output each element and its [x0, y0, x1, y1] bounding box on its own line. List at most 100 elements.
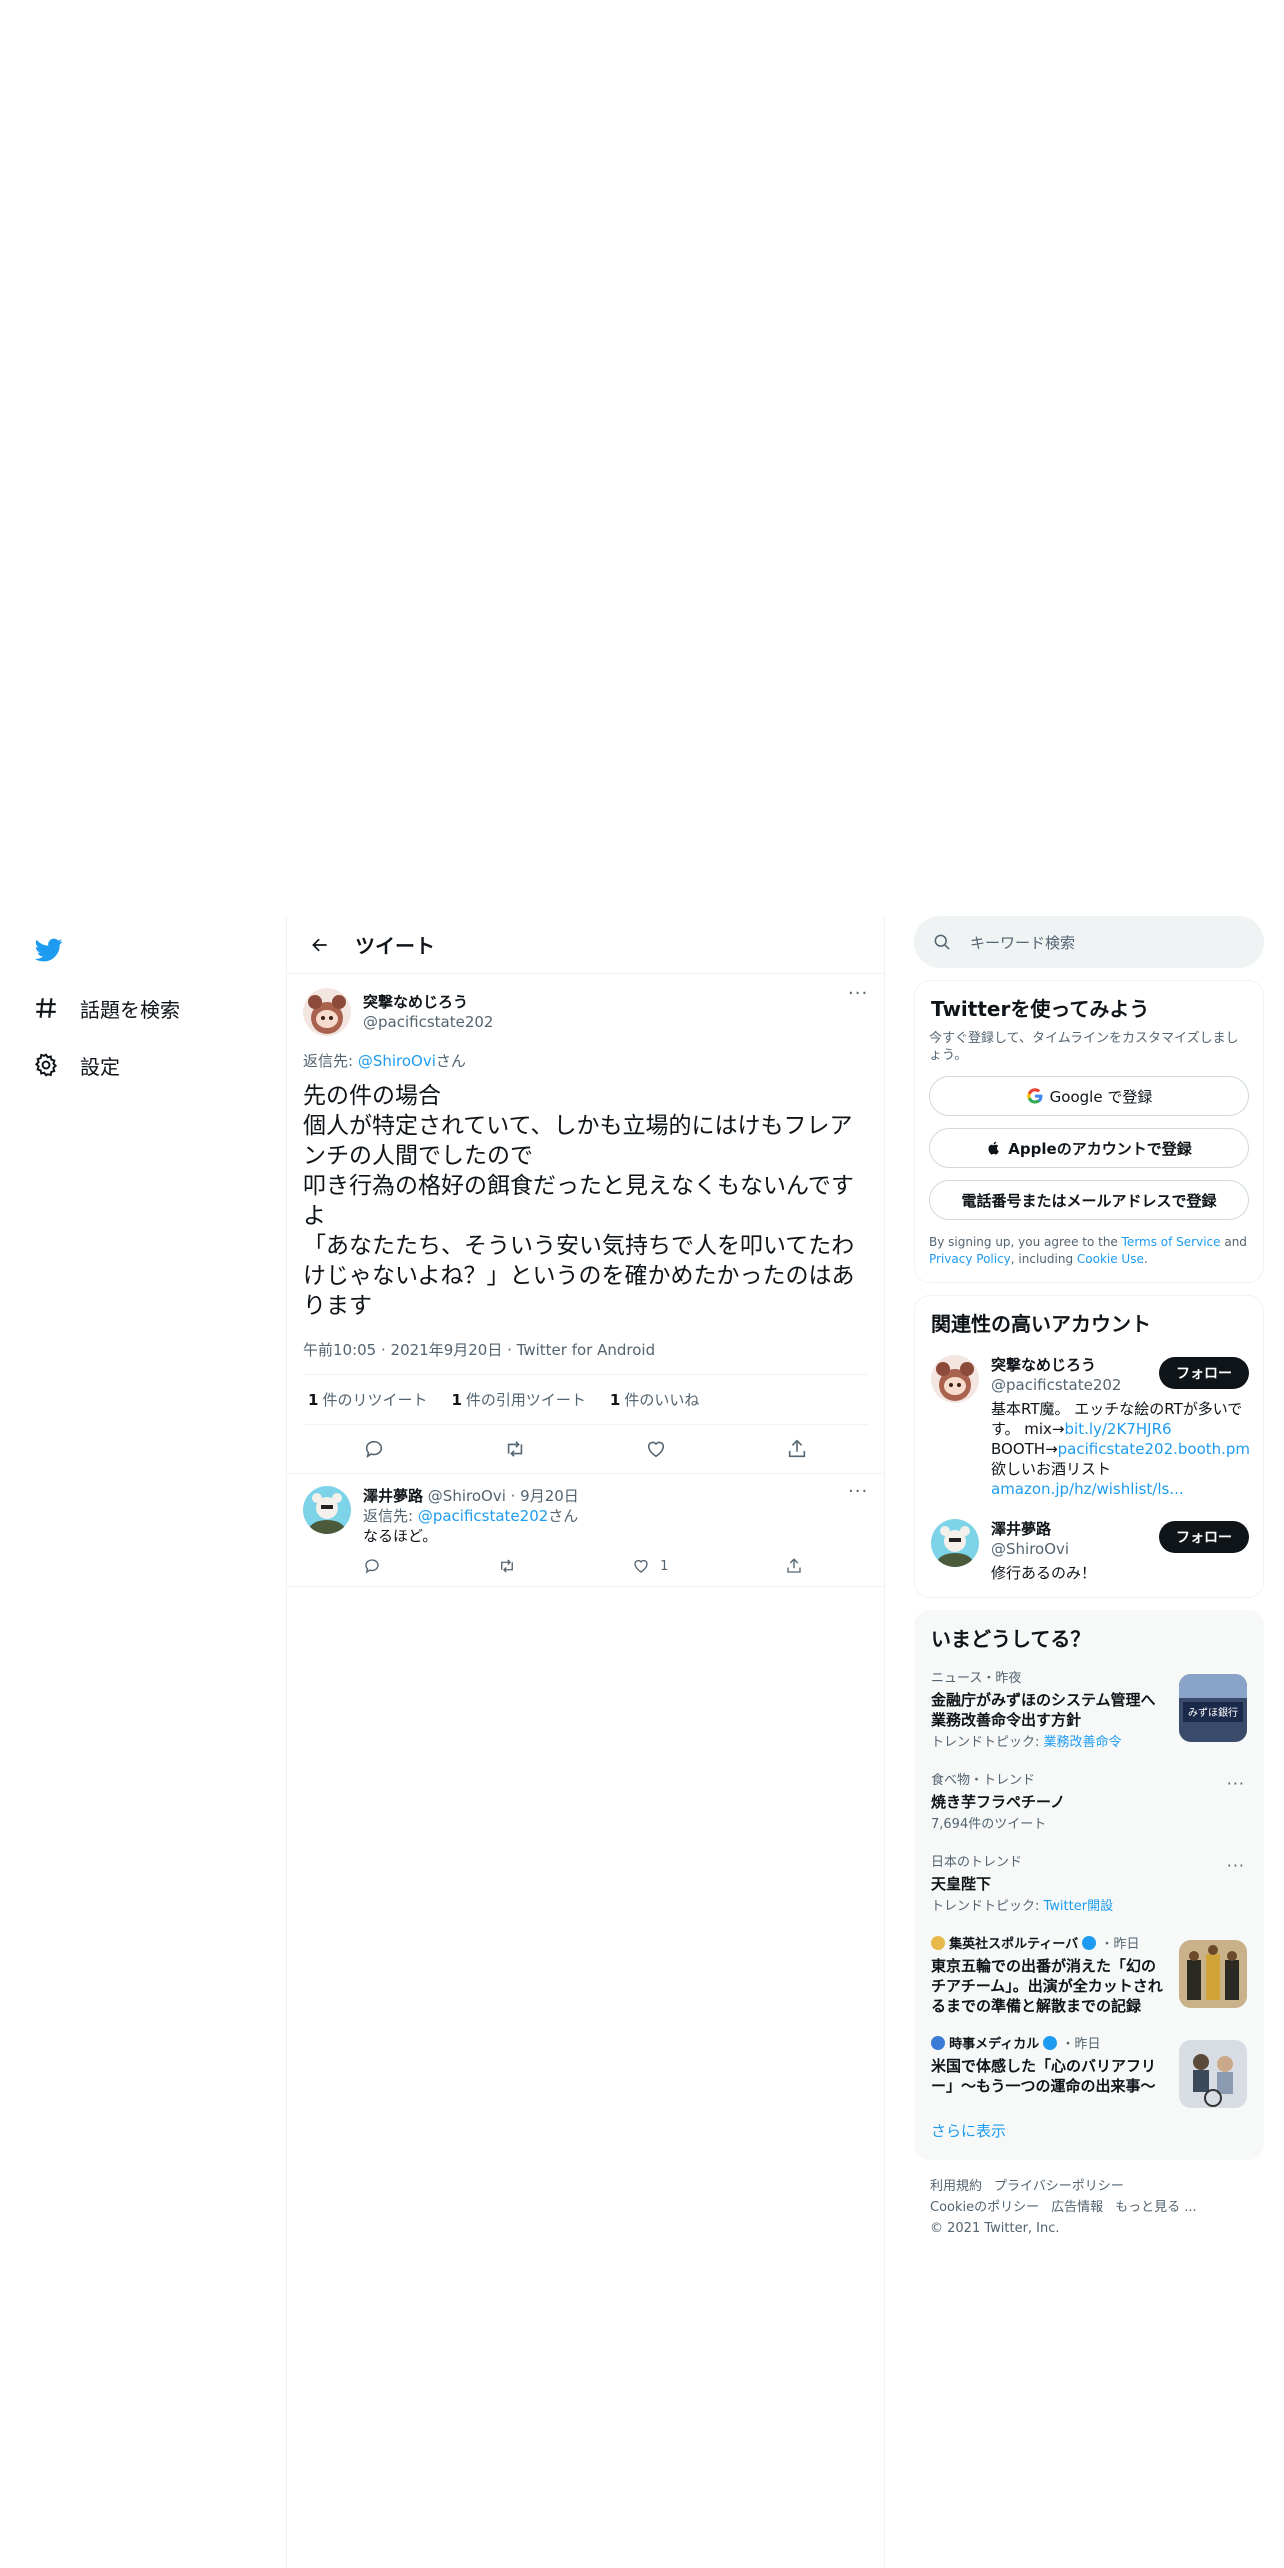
source-name: 時事メディカル: [949, 2037, 1040, 2052]
show-more-link[interactable]: さらに表示: [915, 2106, 1263, 2159]
trend-title: 東京五輪での出番が消えた「幻のチアチーム」。出演が全カットされるまでの準備と解散…: [931, 1957, 1163, 2015]
trend-context: 集英社スポルティーバ ・昨日: [931, 1936, 1163, 1954]
footer-link-terms[interactable]: 利用規約: [930, 2179, 982, 2194]
related-title: 関連性の高いアカウント: [931, 1312, 1151, 1336]
avatar[interactable]: [303, 1486, 351, 1534]
phone-email-signup-button[interactable]: 電話番号またはメールアドレスで登録: [929, 1180, 1249, 1220]
bio-link[interactable]: pacificstate202.booth.pm: [1058, 1440, 1250, 1458]
trend-item[interactable]: 食べ物・トレンド 焼き芋フラペチーノ 7,694件のツイート ···: [915, 1762, 1263, 1844]
account-item[interactable]: 突撃なめじろう @pacificstate202 基本RT魔。 エッチな絵のRT…: [915, 1345, 1263, 1509]
source-time: ・昨日: [1061, 2037, 1101, 2052]
search-input[interactable]: キーワード検索: [914, 916, 1264, 968]
more-icon[interactable]: ···: [1227, 1856, 1245, 1875]
retweet-icon[interactable]: [503, 1437, 527, 1461]
more-icon[interactable]: ···: [848, 985, 868, 1008]
likes-stat[interactable]: 1 件のいいね: [610, 1389, 699, 1410]
bio-line: 欲しいお酒リスト: [991, 1460, 1112, 1478]
tweet-client[interactable]: Twitter for Android: [517, 1341, 655, 1359]
more-icon[interactable]: ···: [848, 1483, 868, 1506]
tweet-date[interactable]: 2021年9月20日: [391, 1341, 503, 1359]
nav-explore-label: 話題を検索: [80, 997, 180, 1022]
reply-prefix: 返信先:: [303, 1052, 358, 1070]
reply-to-line: 返信先: @ShiroOviさん: [303, 1050, 868, 1071]
reply-author-handle[interactable]: @ShiroOvi: [428, 1487, 506, 1505]
footer-link-privacy[interactable]: プライバシーポリシー: [994, 2179, 1124, 2194]
trend-context: 食べ物・トレンド: [931, 1773, 1036, 1788]
reply-icon[interactable]: [363, 1556, 381, 1576]
signup-terms: By signing up, you agree to the Terms of…: [915, 1220, 1263, 1282]
footer-link-cookie[interactable]: Cookieのポリシー: [930, 2200, 1039, 2215]
account-name[interactable]: 突撃なめじろう: [991, 1356, 1096, 1374]
share-icon[interactable]: [785, 1556, 803, 1576]
trend-context: 日本のトレンド: [931, 1855, 1023, 1870]
reply-to-handle[interactable]: @ShiroOvi: [358, 1052, 436, 1070]
quotes-stat[interactable]: 1 件の引用ツイート: [451, 1389, 585, 1410]
privacy-link[interactable]: Privacy Policy: [929, 1252, 1011, 1266]
signup-card: Twitterを使ってみよう 今すぐ登録して、タイムラインをカスタマイズしましょ…: [914, 980, 1264, 1283]
retweets-stat[interactable]: 1 件のリツイート: [308, 1389, 427, 1410]
google-signup-label: Google で登録: [1049, 1087, 1153, 1106]
signup-subtitle: 今すぐ登録して、タイムラインをカスタマイズしましょう。: [929, 1031, 1239, 1063]
terms-prefix: By signing up, you agree to the: [929, 1235, 1122, 1249]
focal-tweet: 突撃なめじろう @pacificstate202 ··· 返信先: @Shiro…: [287, 974, 884, 1474]
trend-item[interactable]: 時事メディカル ・昨日 米国で体感した「心のバリアフリー」～もう一つの運命の出来…: [915, 2026, 1263, 2108]
google-signup-button[interactable]: Google で登録: [929, 1076, 1249, 1116]
apple-icon: [986, 1139, 1002, 1157]
like-icon: [634, 1559, 648, 1573]
cookie-link[interactable]: Cookie Use: [1077, 1252, 1144, 1266]
like-icon[interactable]: [644, 1437, 668, 1461]
hashtag-icon: [32, 994, 60, 1022]
nav-explore[interactable]: 話題を検索: [32, 988, 180, 1028]
tweet-stats: 1 件のリツイート 1 件の引用ツイート 1 件のいいね: [303, 1375, 868, 1425]
verified-badge-icon: [1082, 1936, 1097, 1950]
retweet-icon[interactable]: [498, 1556, 516, 1576]
reply-tweet[interactable]: 澤井夢路 @ShiroOvi · 9月20日 返信先: @pacificstat…: [287, 1474, 884, 1587]
trend-title: 米国で体感した「心のバリアフリー」～もう一つの運命の出来事～: [931, 2057, 1157, 2095]
apple-signup-button[interactable]: Appleのアカウントで登録: [929, 1128, 1249, 1168]
footer-link-ads[interactable]: 広告情報: [1051, 2200, 1103, 2215]
twitter-logo-icon[interactable]: [33, 936, 65, 964]
topic-prefix: トレンドトピック:: [931, 1899, 1044, 1914]
reply-to-handle[interactable]: @pacificstate202: [418, 1507, 548, 1525]
tweet-time[interactable]: 午前10:05: [303, 1341, 376, 1359]
author-handle[interactable]: @pacificstate202: [363, 1012, 493, 1032]
follow-button[interactable]: フォロー: [1159, 1357, 1249, 1389]
back-arrow-icon[interactable]: [303, 928, 337, 962]
reply-suffix: さん: [435, 1052, 466, 1070]
topic-link[interactable]: 業務改善命令: [1044, 1735, 1122, 1750]
apple-signup-label: Appleのアカウントで登録: [1008, 1139, 1192, 1158]
avatar[interactable]: [931, 1355, 979, 1403]
topic-link[interactable]: Twitter開設: [1044, 1899, 1114, 1914]
terms-link[interactable]: Terms of Service: [1122, 1235, 1221, 1249]
reply-icon[interactable]: [362, 1437, 386, 1461]
trend-item[interactable]: 集英社スポルティーバ ・昨日 東京五輪での出番が消えた「幻のチアチーム」。出演が…: [915, 1926, 1263, 2026]
reply-author-name[interactable]: 澤井夢路: [363, 1487, 423, 1505]
avatar[interactable]: [931, 1519, 979, 1567]
trend-thumbnail: [1179, 1940, 1247, 2008]
account-item[interactable]: 澤井夢路 @ShiroOvi 修行あるのみ！ フォロー: [915, 1509, 1263, 1597]
author-name[interactable]: 突撃なめじろう: [363, 992, 493, 1012]
reply-date[interactable]: 9月20日: [520, 1487, 579, 1505]
follow-button[interactable]: フォロー: [1159, 1521, 1249, 1553]
like-button[interactable]: 1: [632, 1556, 668, 1576]
avatar[interactable]: [303, 988, 351, 1036]
bio-link[interactable]: bit.ly/2K7HJR6: [1065, 1420, 1172, 1438]
nav-settings-label: 設定: [80, 1054, 120, 1079]
more-icon[interactable]: ···: [1227, 1774, 1245, 1793]
copyright: © 2021 Twitter, Inc.: [930, 2221, 1060, 2236]
footer-link-more[interactable]: もっと見る ...: [1115, 2200, 1197, 2215]
trend-count: 7,694件のツイート: [931, 1817, 1047, 1832]
trend-item[interactable]: 日本のトレンド 天皇陛下 トレンドトピック: Twitter開設 ···: [915, 1844, 1263, 1926]
page-title: ツイート: [355, 934, 435, 958]
bio-line: BOOTH→: [991, 1440, 1058, 1458]
account-name[interactable]: 澤井夢路: [991, 1520, 1051, 1538]
topic-prefix: トレンドトピック:: [931, 1735, 1044, 1750]
footer: 利用規約 プライバシーポリシー Cookieのポリシー 広告情報 もっと見る ... …: [914, 2160, 1264, 2255]
trend-context: 時事メディカル ・昨日: [931, 2036, 1163, 2054]
right-sidebar: キーワード検索 Twitterを使ってみよう 今すぐ登録して、タイムラインをカス…: [914, 916, 1264, 2255]
share-icon[interactable]: [785, 1437, 809, 1461]
trend-item[interactable]: ニュース・昨夜 金融庁がみずほのシステム管理へ業務改善命令出す方針 トレンドトピ…: [915, 1660, 1263, 1762]
nav-settings[interactable]: 設定: [32, 1045, 120, 1085]
bio-link[interactable]: amazon.jp/hz/wishlist/ls...: [991, 1480, 1184, 1498]
reply-to-line: 返信先: @pacificstate202さん: [363, 1506, 868, 1526]
